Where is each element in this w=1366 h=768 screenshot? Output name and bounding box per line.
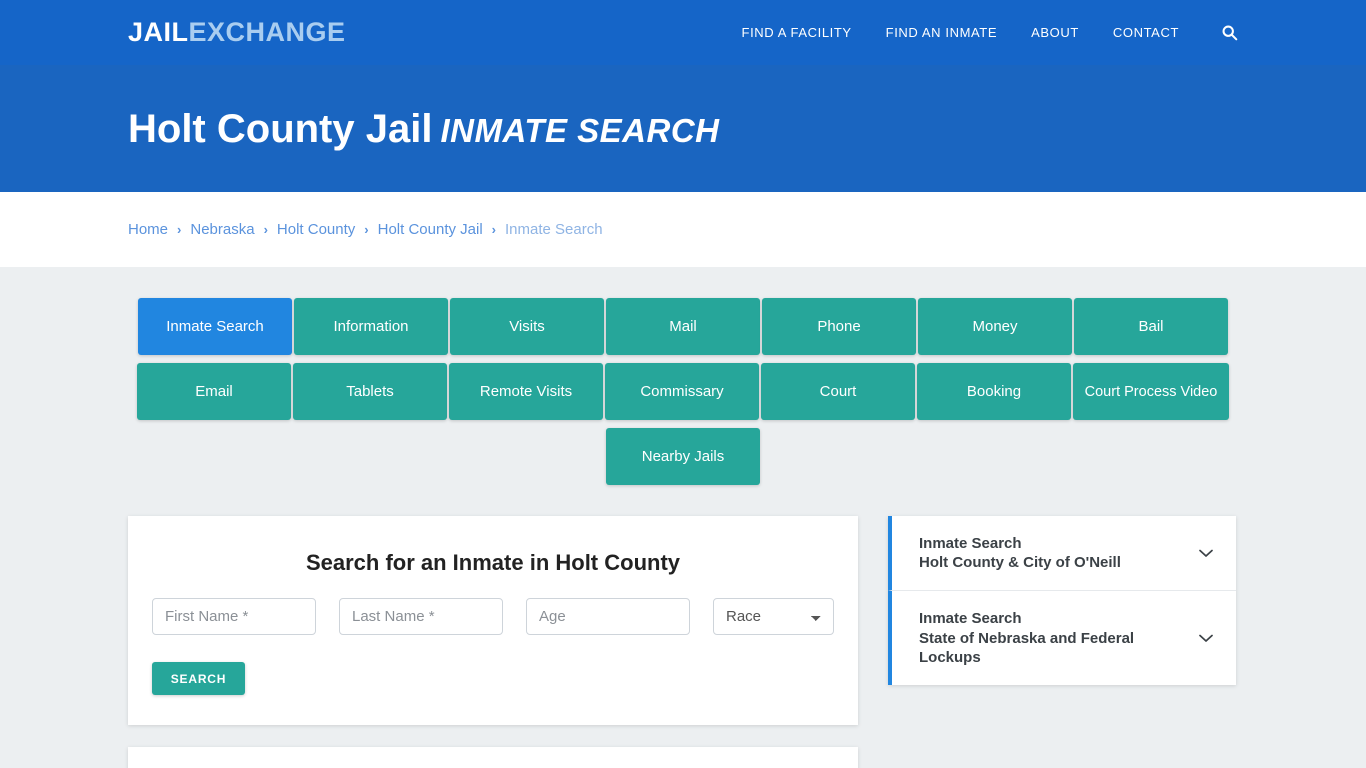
tab-booking[interactable]: Booking: [917, 363, 1071, 420]
content-columns: Search for an Inmate in Holt County Race…: [128, 516, 1238, 768]
page-body: Inmate Search Information Visits Mail Ph…: [0, 267, 1366, 768]
tab-row-1: Inmate Search Information Visits Mail Ph…: [133, 298, 1233, 355]
breadcrumb-item-nebraska[interactable]: Nebraska: [190, 221, 254, 238]
tab-row-3: Nearby Jails: [133, 428, 1233, 485]
tab-inmate-search[interactable]: Inmate Search: [138, 298, 292, 355]
breadcrumb-item-home[interactable]: Home: [128, 221, 168, 238]
nav-item-find-an-inmate[interactable]: FIND AN INMATE: [886, 25, 997, 40]
accordion-label-holt-county: Inmate Search Holt County & City of O'Ne…: [919, 534, 1186, 572]
logo-text-exchange: EXCHANGE: [188, 17, 346, 47]
chevron-down-icon[interactable]: [1196, 628, 1216, 648]
facility-tab-nav: Inmate Search Information Visits Mail Ph…: [133, 267, 1233, 493]
first-name-input[interactable]: [152, 598, 316, 635]
accordion-label-state-nebraska: Inmate Search State of Nebraska and Fede…: [919, 609, 1186, 667]
accordion-title: Inmate Search: [919, 535, 1022, 552]
accordion-subtitle: Holt County & City of O'Neill: [919, 554, 1121, 572]
nav-item-about[interactable]: ABOUT: [1031, 25, 1079, 40]
breadcrumb-item-inmate-search: Inmate Search: [505, 221, 603, 238]
tab-court-process-video[interactable]: Court Process Video: [1073, 363, 1229, 420]
tab-commissary[interactable]: Commissary: [605, 363, 759, 420]
tab-bail[interactable]: Bail: [1074, 298, 1228, 355]
tab-visits[interactable]: Visits: [450, 298, 604, 355]
chevron-right-icon: ›: [491, 222, 497, 237]
tab-row-2: Email Tablets Remote Visits Commissary C…: [133, 363, 1233, 420]
breadcrumb-item-holt-county[interactable]: Holt County: [277, 221, 355, 238]
sidebar-accordion: Inmate Search Holt County & City of O'Ne…: [888, 516, 1236, 685]
tab-phone[interactable]: Phone: [762, 298, 916, 355]
search-form: Race: [152, 598, 834, 635]
logo-text-jail: JAIL: [128, 17, 189, 47]
page-title-main: Holt County Jail: [128, 106, 433, 151]
page-title-sub: INMATE SEARCH: [440, 111, 720, 149]
sidebar: Inmate Search Holt County & City of O'Ne…: [888, 516, 1236, 685]
site-logo[interactable]: JAILEXCHANGE: [128, 19, 346, 46]
search-button[interactable]: SEARCH: [152, 662, 245, 695]
tab-remote-visits[interactable]: Remote Visits: [449, 363, 603, 420]
primary-nav: FIND A FACILITY FIND AN INMATE ABOUT CON…: [742, 24, 1238, 41]
secondary-card: [128, 747, 858, 768]
search-icon[interactable]: [1221, 24, 1238, 41]
race-select[interactable]: Race: [713, 598, 834, 635]
page-hero: Holt County Jail INMATE SEARCH: [0, 65, 1366, 192]
chevron-right-icon: ›: [364, 222, 369, 237]
breadcrumb-item-holt-county-jail[interactable]: Holt County Jail: [378, 221, 483, 238]
tab-email[interactable]: Email: [137, 363, 291, 420]
breadcrumb: Home › Nebraska › Holt County › Holt Cou…: [128, 221, 603, 238]
tab-nearby-jails[interactable]: Nearby Jails: [606, 428, 760, 485]
site-header: JAILEXCHANGE FIND A FACILITY FIND AN INM…: [0, 0, 1366, 65]
chevron-right-icon: ›: [177, 222, 182, 237]
search-card-title: Search for an Inmate in Holt County: [305, 550, 681, 575]
accordion-title: Inmate Search: [919, 610, 1022, 628]
accordion-item-state-nebraska[interactable]: Inmate Search State of Nebraska and Fede…: [888, 590, 1236, 685]
chevron-down-icon[interactable]: [1196, 543, 1216, 563]
tab-court[interactable]: Court: [761, 363, 915, 420]
tab-information[interactable]: Information: [294, 298, 448, 355]
age-input[interactable]: [526, 598, 690, 635]
inmate-search-card: Search for an Inmate in Holt County Race…: [128, 516, 858, 725]
chevron-right-icon: ›: [263, 222, 268, 237]
breadcrumb-bar: Home › Nebraska › Holt County › Holt Cou…: [0, 192, 1366, 267]
tab-tablets[interactable]: Tablets: [293, 363, 447, 420]
accordion-subtitle: State of Nebraska and Federal Lockups: [919, 629, 1135, 666]
tab-money[interactable]: Money: [918, 298, 1072, 355]
accordion-item-holt-county[interactable]: Inmate Search Holt County & City of O'Ne…: [888, 516, 1236, 591]
last-name-input[interactable]: [339, 598, 503, 635]
main-column: Search for an Inmate in Holt County Race…: [128, 516, 858, 768]
page-title: Holt County Jail INMATE SEARCH: [128, 107, 720, 151]
nav-item-contact[interactable]: CONTACT: [1113, 25, 1179, 40]
nav-item-find-a-facility[interactable]: FIND A FACILITY: [742, 25, 852, 40]
tab-mail[interactable]: Mail: [606, 298, 760, 355]
